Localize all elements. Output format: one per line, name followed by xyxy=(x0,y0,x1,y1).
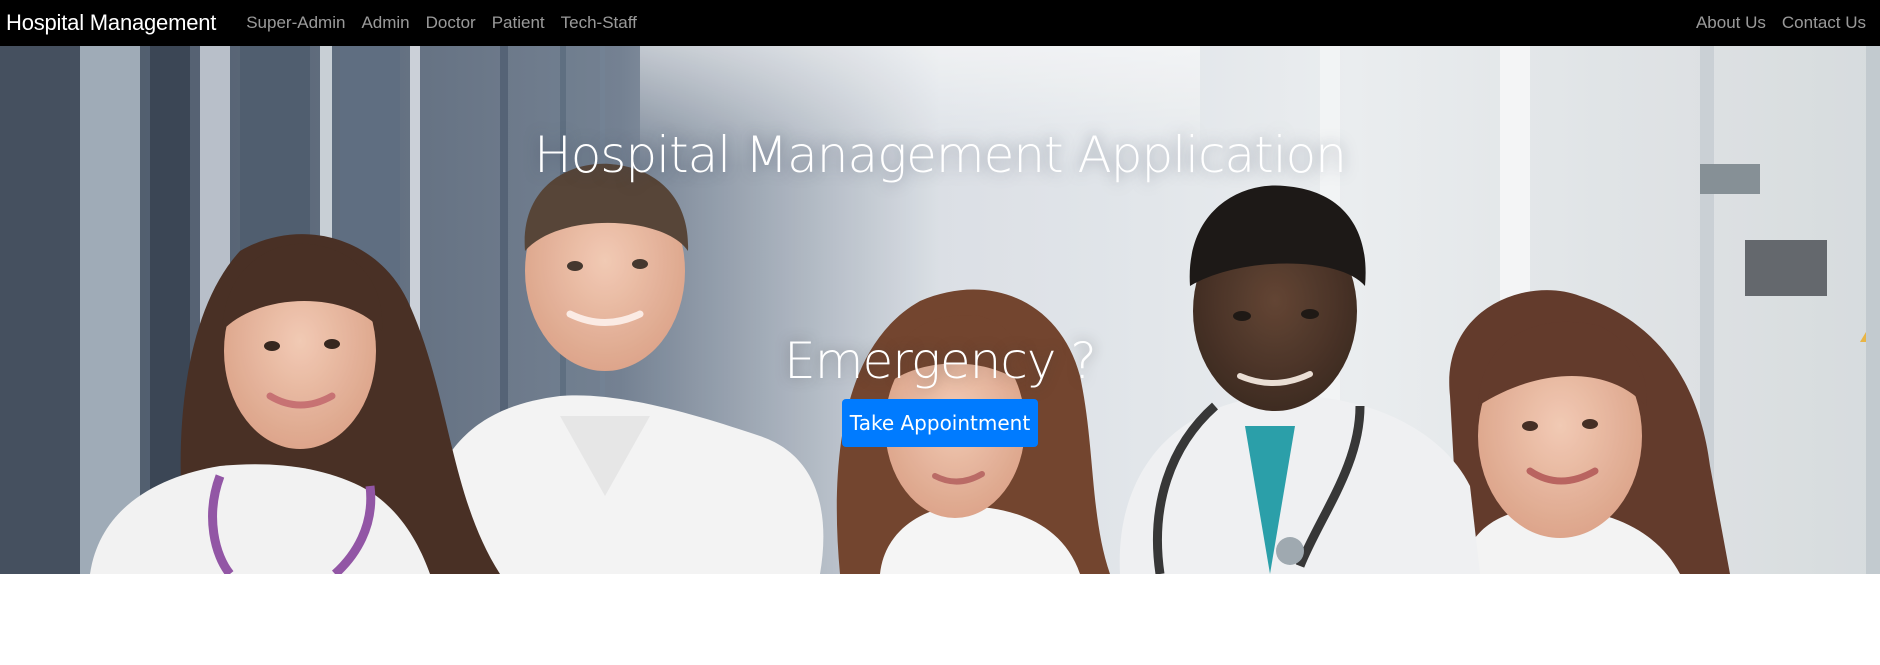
nav-link-tech-staff[interactable]: Tech-Staff xyxy=(553,13,645,32)
nav-link-patient[interactable]: Patient xyxy=(484,13,553,32)
nav-right-links: About Us Contact Us xyxy=(1688,13,1874,33)
hero-banner: Hospital Management Application Emergenc… xyxy=(0,46,1880,574)
take-appointment-button[interactable]: Take Appointment xyxy=(842,399,1038,447)
hero-title: Hospital Management Application xyxy=(534,126,1347,184)
nav-link-super-admin[interactable]: Super-Admin xyxy=(238,13,353,32)
nav-link-doctor[interactable]: Doctor xyxy=(418,13,484,32)
emergency-heading: Emergency ? xyxy=(784,332,1097,390)
nav-left-links: Super-Admin Admin Doctor Patient Tech-St… xyxy=(238,13,645,33)
nav-link-about-us[interactable]: About Us xyxy=(1688,13,1774,32)
nav-link-admin[interactable]: Admin xyxy=(353,13,417,32)
top-navbar: Hospital Management Super-Admin Admin Do… xyxy=(0,0,1880,46)
nav-link-contact-us[interactable]: Contact Us xyxy=(1774,13,1874,32)
brand-link[interactable]: Hospital Management xyxy=(6,10,216,36)
